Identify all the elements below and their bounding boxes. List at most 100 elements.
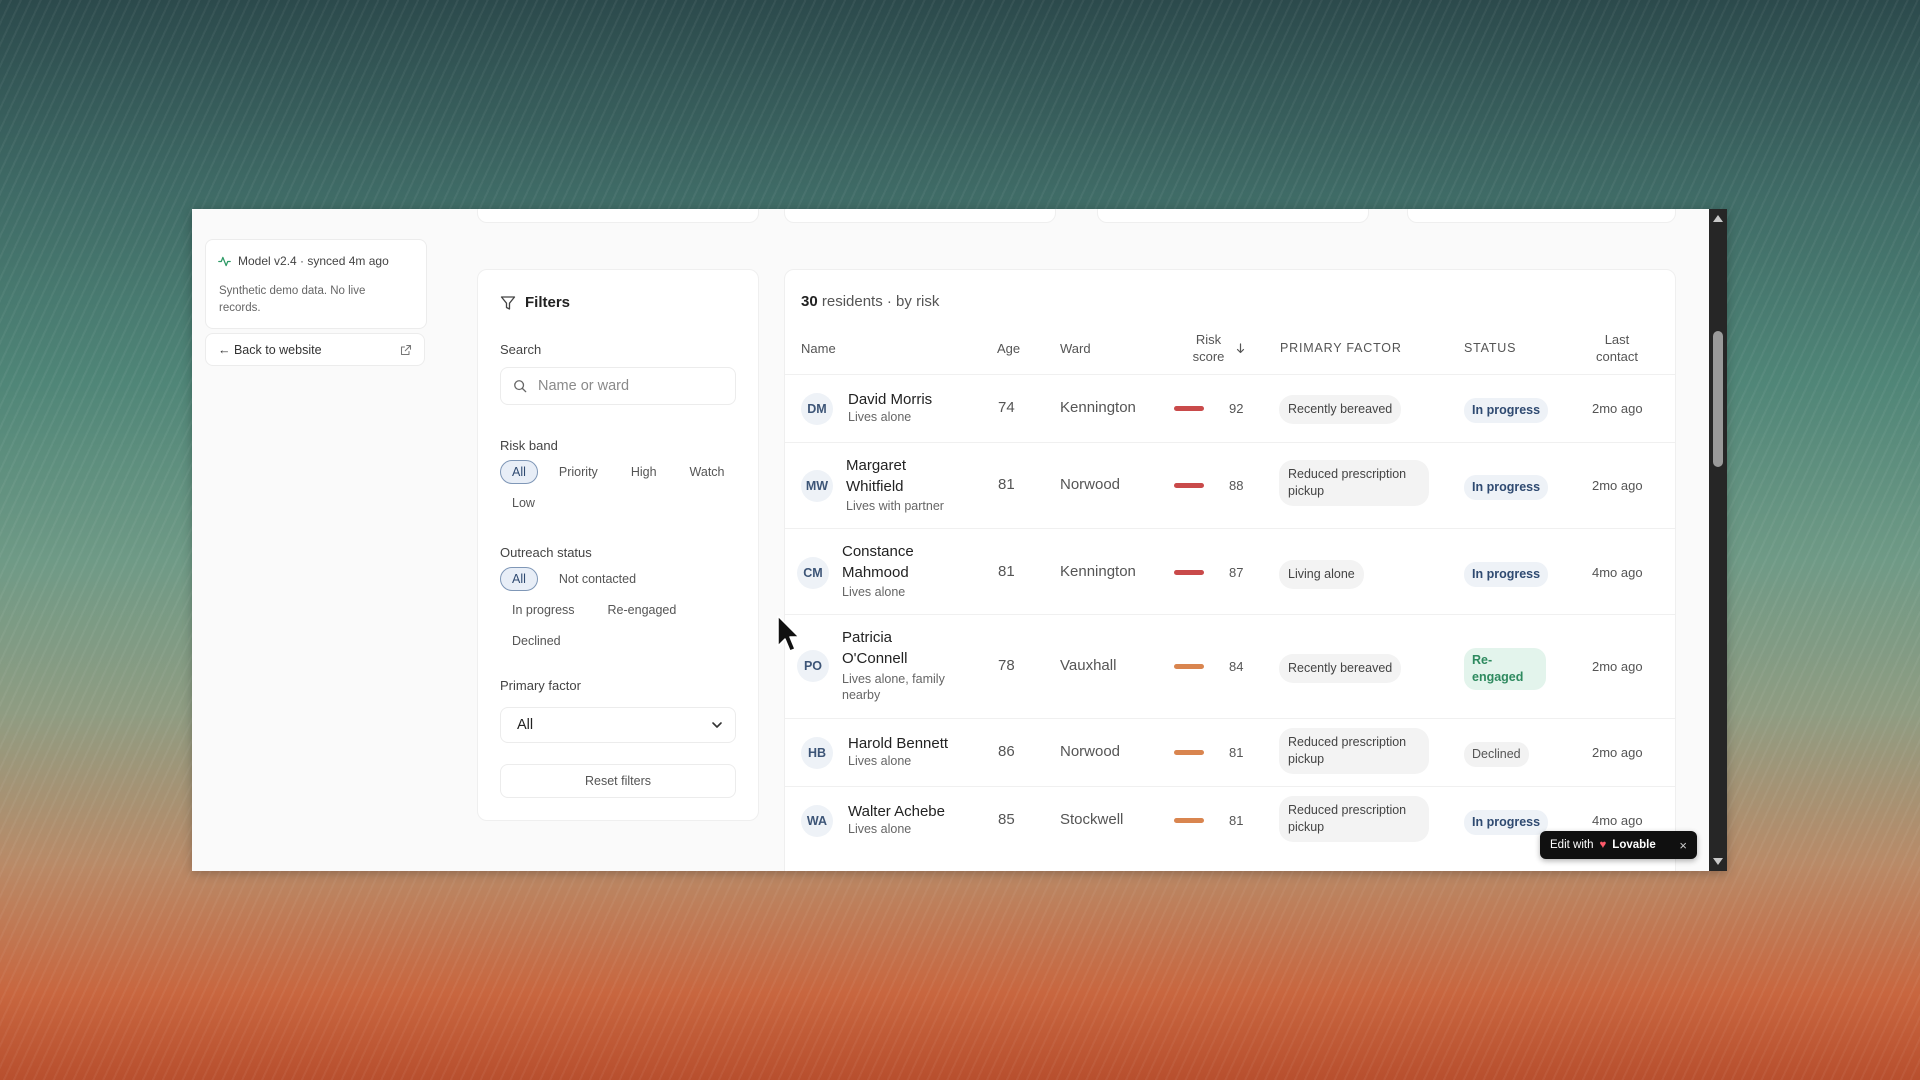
search-label: Search <box>500 342 542 357</box>
scroll-up-arrow[interactable] <box>1713 215 1723 222</box>
status-badge: In progress <box>1464 562 1549 587</box>
risk-bar <box>1174 664 1204 669</box>
age-cell: 81 <box>998 476 1015 493</box>
column-header-last-contact[interactable]: Last contact <box>1582 330 1652 366</box>
close-icon[interactable]: × <box>1679 838 1687 853</box>
table-row[interactable]: HB Harold Bennett Lives alone 86 Norwood… <box>785 718 1675 787</box>
cursor-icon <box>777 615 800 652</box>
outreach-chip-in-progress[interactable]: In progress <box>500 598 587 622</box>
risk-band-chips: All Priority High Watch Low <box>500 460 740 515</box>
living-situation: Lives alone <box>848 410 912 424</box>
resident-count: 30 <box>801 293 818 310</box>
app-content: Model v2.4 · synced 4m ago Synthetic dem… <box>192 209 1709 871</box>
primary-factor-pill: Recently bereaved <box>1279 654 1402 683</box>
primary-factor-label: Primary factor <box>500 678 581 693</box>
model-status: Model v2.4 · synced 4m ago <box>218 254 389 268</box>
lovable-heart-icon: ♥ <box>1599 839 1607 851</box>
primary-factor-pill: Reduced prescription pickup <box>1279 728 1429 774</box>
risk-band-chip-priority[interactable]: Priority <box>547 460 610 484</box>
search-icon <box>514 380 527 393</box>
age-cell: 74 <box>998 399 1015 416</box>
edit-with-lovable-badge[interactable]: Edit with ♥ Lovable × <box>1540 831 1697 859</box>
risk-score: 87 <box>1229 565 1244 580</box>
risk-score: 81 <box>1229 813 1244 828</box>
table-row[interactable]: MW Margaret Whitfield Lives with partner… <box>785 442 1675 529</box>
scroll-down-arrow[interactable] <box>1713 858 1723 865</box>
column-header-ward[interactable]: Ward <box>1060 330 1091 366</box>
avatar: DM <box>801 393 833 425</box>
ward-cell: Stockwell <box>1060 811 1124 828</box>
reset-filters-button[interactable]: Reset filters <box>500 764 736 798</box>
outreach-chip-all[interactable]: All <box>500 567 538 591</box>
table-row[interactable]: CM Constance Mahmood Lives alone 81 Kenn… <box>785 528 1675 615</box>
back-to-website-link[interactable]: ← Back to website <box>205 333 425 366</box>
living-situation: Lives alone <box>848 754 912 768</box>
risk-score: 88 <box>1229 478 1244 493</box>
column-header-age[interactable]: Age <box>997 330 1020 366</box>
table-row[interactable]: PO Patricia O'Connell Lives alone, famil… <box>785 614 1675 719</box>
risk-band-chip-low[interactable]: Low <box>500 491 547 515</box>
outreach-chip-declined[interactable]: Declined <box>500 629 573 653</box>
living-situation: Lives alone, family nearby <box>842 672 945 702</box>
summary-card-stub <box>477 209 759 223</box>
risk-bar <box>1174 406 1204 411</box>
risk-score: 81 <box>1229 745 1244 760</box>
risk-band-chip-high[interactable]: High <box>619 460 669 484</box>
status-badge: In progress <box>1464 810 1549 835</box>
risk-score: 84 <box>1229 659 1244 674</box>
ward-cell: Kennington <box>1060 399 1136 416</box>
risk-bar <box>1174 483 1204 488</box>
ward-cell: Norwood <box>1060 743 1121 760</box>
primary-factor-select[interactable]: All <box>500 707 736 743</box>
column-header-name[interactable]: Name <box>801 330 836 366</box>
age-cell: 78 <box>998 657 1015 674</box>
risk-band-chip-all[interactable]: All <box>500 460 538 484</box>
badge-prefix: Edit with <box>1550 839 1594 851</box>
avatar: HB <box>801 737 833 769</box>
risk-band-label: Risk band <box>500 438 558 453</box>
badge-brand: Lovable <box>1612 839 1656 851</box>
search-input[interactable] <box>536 377 720 395</box>
age-cell: 86 <box>998 743 1015 760</box>
summary-card-stub <box>784 209 1056 223</box>
status-badge: Declined <box>1464 742 1529 767</box>
avatar: PO <box>797 650 829 682</box>
column-header-status[interactable]: STATUS <box>1464 330 1516 366</box>
filters-header: Filters <box>500 294 570 311</box>
risk-band-chip-watch[interactable]: Watch <box>678 460 737 484</box>
status-badge: Re-engaged <box>1464 648 1546 690</box>
primary-factor-pill: Reduced prescription pickup <box>1279 460 1429 506</box>
model-note: Synthetic demo data. No live records. <box>219 285 366 314</box>
avatar: WA <box>801 805 833 837</box>
filter-icon <box>500 295 516 310</box>
last-contact: 2mo ago <box>1592 659 1643 674</box>
outreach-chip-re-engaged[interactable]: Re-engaged <box>596 598 689 622</box>
resident-name: Constance Mahmood <box>842 543 914 581</box>
scroll-thumb[interactable] <box>1713 331 1723 467</box>
resident-name: Margaret Whitfield <box>846 457 907 495</box>
model-status-text: Model v2.4 · synced 4m ago <box>238 254 389 268</box>
status-badge: In progress <box>1464 398 1549 423</box>
primary-factor-pill: Living alone <box>1279 560 1364 589</box>
outreach-chip-not-contacted[interactable]: Not contacted <box>547 567 648 591</box>
table-row[interactable]: DM David Morris Lives alone 74 Kenningto… <box>785 374 1675 443</box>
living-situation: Lives alone <box>848 822 912 836</box>
browser-window: Model v2.4 · synced 4m ago Synthetic dem… <box>192 209 1727 871</box>
ward-cell: Norwood <box>1060 476 1121 493</box>
residents-table-card: 30 residents · by risk Name Age Ward Ris… <box>784 269 1676 871</box>
primary-factor-pill: Recently bereaved <box>1279 395 1402 424</box>
outreach-status-label: Outreach status <box>500 545 592 560</box>
summary-card-stub <box>1407 209 1676 223</box>
status-badge: In progress <box>1464 475 1549 500</box>
column-header-primary-factor[interactable]: PRIMARY FACTOR <box>1280 330 1402 366</box>
window-scrollbar[interactable] <box>1709 209 1727 871</box>
sort-down-icon <box>1236 342 1244 353</box>
risk-bar <box>1174 818 1204 823</box>
search-field[interactable] <box>500 367 736 405</box>
age-cell: 81 <box>998 563 1015 580</box>
age-cell: 85 <box>998 811 1015 828</box>
last-contact: 2mo ago <box>1592 478 1643 493</box>
back-link-label: ← Back to website <box>218 342 322 357</box>
column-header-risk-score[interactable]: Risk score <box>1181 330 1253 366</box>
activity-icon <box>218 256 231 266</box>
